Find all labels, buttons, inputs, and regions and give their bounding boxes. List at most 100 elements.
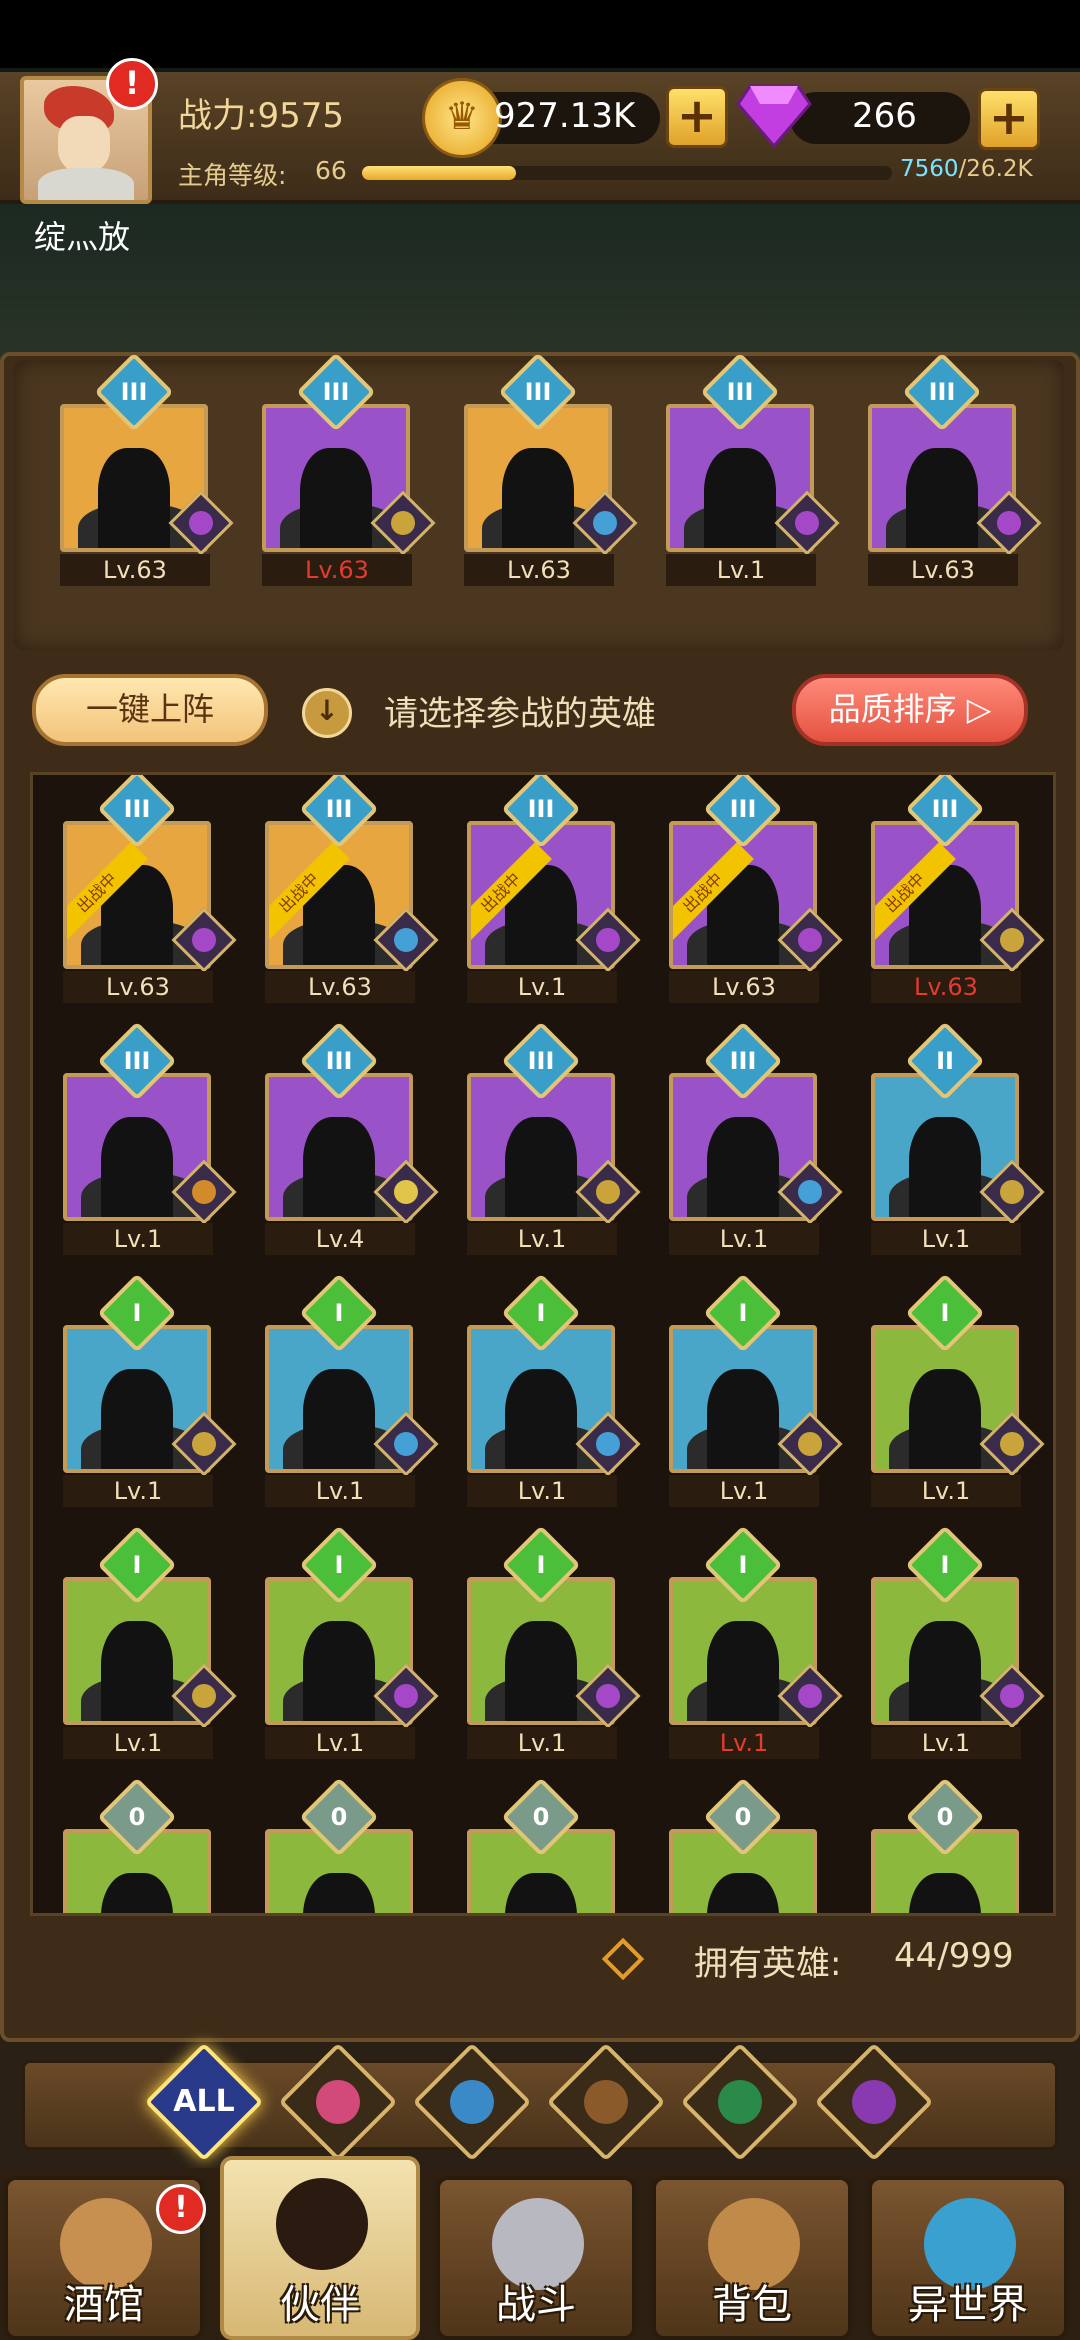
tab-battle[interactable]: 战斗 (436, 2176, 636, 2340)
hero-card[interactable]: I Lv.1 (265, 1273, 439, 1507)
rank-numeral: 0 (532, 1803, 550, 1831)
xp-readout: 7560/26.2K (900, 156, 1033, 182)
rank-numeral: 0 (936, 1803, 954, 1831)
hero-level: Lv.1 (467, 1223, 617, 1255)
tab-label: 战斗 (496, 2282, 576, 2328)
hero-card[interactable]: III Lv.1 (63, 1021, 237, 1255)
rank-numeral: III (928, 378, 956, 406)
down-arrow-icon: ↓ (302, 688, 352, 738)
hero-card[interactable]: I Lv.1 (669, 1525, 843, 1759)
hero-card[interactable]: I Lv.1 (265, 1525, 439, 1759)
hero-level: Lv.63 (669, 971, 819, 1003)
rank-numeral: I (334, 1299, 344, 1327)
tab-bag[interactable]: 背包 (652, 2176, 852, 2340)
hero-level: Lv.1 (871, 1223, 1021, 1255)
level-label: 主角等级: (178, 161, 287, 190)
hero-card[interactable]: 出战中 III Lv.63 (265, 775, 439, 1003)
hero-card[interactable]: 出战中 III Lv.1 (467, 775, 641, 1003)
rank-numeral: III (325, 795, 353, 823)
hero-level: Lv.1 (669, 1223, 819, 1255)
rank-numeral: 0 (330, 1803, 348, 1831)
hero-level: Lv.1 (467, 1475, 617, 1507)
combat-power: 战力:9575 (178, 96, 344, 136)
owned-heroes-label: 拥有英雄: (694, 1944, 842, 1984)
level-value: 66 (315, 156, 347, 185)
rank-numeral: III (120, 378, 148, 406)
hero-card[interactable]: I Lv.1 (63, 1273, 237, 1507)
hero-card[interactable]: III Lv.1 (467, 1021, 641, 1255)
hero-level: Lv.4 (265, 1223, 415, 1255)
filter-all-label: ALL (173, 2084, 235, 2119)
hero-level: Lv.63 (871, 971, 1021, 1003)
hero-card[interactable]: I Lv.1 (467, 1273, 641, 1507)
hero-level: Lv.63 (63, 971, 213, 1003)
partner-icon (276, 2178, 368, 2270)
hero-level: Lv.63 (868, 554, 1018, 586)
hero-card[interactable]: 0 (669, 1777, 821, 1913)
hero-level: Lv.1 (871, 1475, 1021, 1507)
hero-card[interactable]: I Lv.1 (871, 1525, 1045, 1759)
rank-numeral: I (738, 1551, 748, 1579)
hero-card[interactable]: 出战中 III Lv.63 (669, 775, 843, 1003)
tab-partner[interactable]: 伙伴 (220, 2156, 420, 2340)
hero-card[interactable]: I Lv.1 (669, 1273, 843, 1507)
rank-numeral: III (322, 378, 350, 406)
hero-level: Lv.1 (467, 1727, 617, 1759)
tab-label: 酒馆 (64, 2282, 144, 2328)
hero-card[interactable]: III Lv.1 (669, 1021, 843, 1255)
rank-numeral: III (123, 795, 151, 823)
hero-card[interactable]: 出战中 III Lv.63 (63, 775, 237, 1003)
hero-card[interactable]: III Lv.63 (60, 352, 234, 586)
rank-numeral: I (132, 1299, 142, 1327)
rank-numeral: III (931, 795, 959, 823)
fish-icon (450, 2080, 494, 2124)
hero-card[interactable]: 0 (467, 1777, 619, 1913)
hero-level: Lv.1 (63, 1475, 213, 1507)
one-key-deploy-button[interactable]: 一键上阵 (32, 674, 268, 746)
hero-grid[interactable]: 出战中 III Lv.63 出战中 III Lv.63 出战中 III Lv.1 出战中 III Lv… (30, 772, 1056, 1916)
hero-card[interactable]: III Lv.4 (265, 1021, 439, 1255)
hero-level: Lv.1 (265, 1475, 415, 1507)
hero-level: Lv.63 (60, 554, 210, 586)
hero-card[interactable]: 出战中 III Lv.63 (871, 775, 1045, 1003)
avatar-alert-badge: ! (106, 58, 158, 110)
owned-heroes-count: 44/999 (894, 1936, 1014, 1976)
tab-label: 背包 (712, 2282, 792, 2328)
add-gem-button[interactable]: + (978, 88, 1040, 150)
xp-max: /26.2K (958, 156, 1033, 182)
add-gold-button[interactable]: + (666, 86, 728, 148)
tab-other-world[interactable]: 异世界 (868, 2176, 1068, 2340)
hero-card[interactable]: II Lv.1 (871, 1021, 1045, 1255)
hero-level: Lv.1 (265, 1727, 415, 1759)
gem-icon (736, 84, 812, 148)
faction-icon (575, 1915, 640, 1916)
rank-numeral: I (536, 1551, 546, 1579)
rank-numeral: 0 (734, 1803, 752, 1831)
hero-level: Lv.1 (467, 971, 617, 1003)
hero-card[interactable]: 0 (871, 1777, 1023, 1913)
hero-card[interactable]: 0 (63, 1777, 215, 1913)
hero-level: Lv.1 (871, 1727, 1021, 1759)
hero-card[interactable]: III Lv.1 (666, 352, 840, 586)
hero-card[interactable]: III Lv.63 (464, 352, 638, 586)
hero-card[interactable]: III Lv.63 (868, 352, 1042, 586)
gold-coin-icon: ♛ (422, 78, 502, 158)
hero-card[interactable]: I Lv.1 (871, 1273, 1045, 1507)
hero-level: Lv.1 (63, 1223, 213, 1255)
xp-progress-fill (362, 166, 516, 180)
hero-level: Lv.63 (262, 554, 412, 586)
hero-card[interactable]: I Lv.1 (63, 1525, 237, 1759)
hero-level: Lv.1 (669, 1727, 819, 1759)
quality-sort-button[interactable]: 品质排序 ▷ (792, 674, 1028, 746)
faction-icon (373, 1915, 438, 1916)
faction-icon (171, 1915, 236, 1916)
rank-numeral: III (527, 1047, 555, 1075)
faction-icon (777, 1915, 842, 1916)
hero-level: Lv.1 (669, 1475, 819, 1507)
rank-numeral: III (325, 1047, 353, 1075)
hero-card[interactable]: III Lv.63 (262, 352, 436, 586)
hero-card[interactable]: 0 (265, 1777, 417, 1913)
tavern-alert-badge: ! (156, 2184, 206, 2234)
hero-level: Lv.1 (666, 554, 816, 586)
hero-card[interactable]: I Lv.1 (467, 1525, 641, 1759)
